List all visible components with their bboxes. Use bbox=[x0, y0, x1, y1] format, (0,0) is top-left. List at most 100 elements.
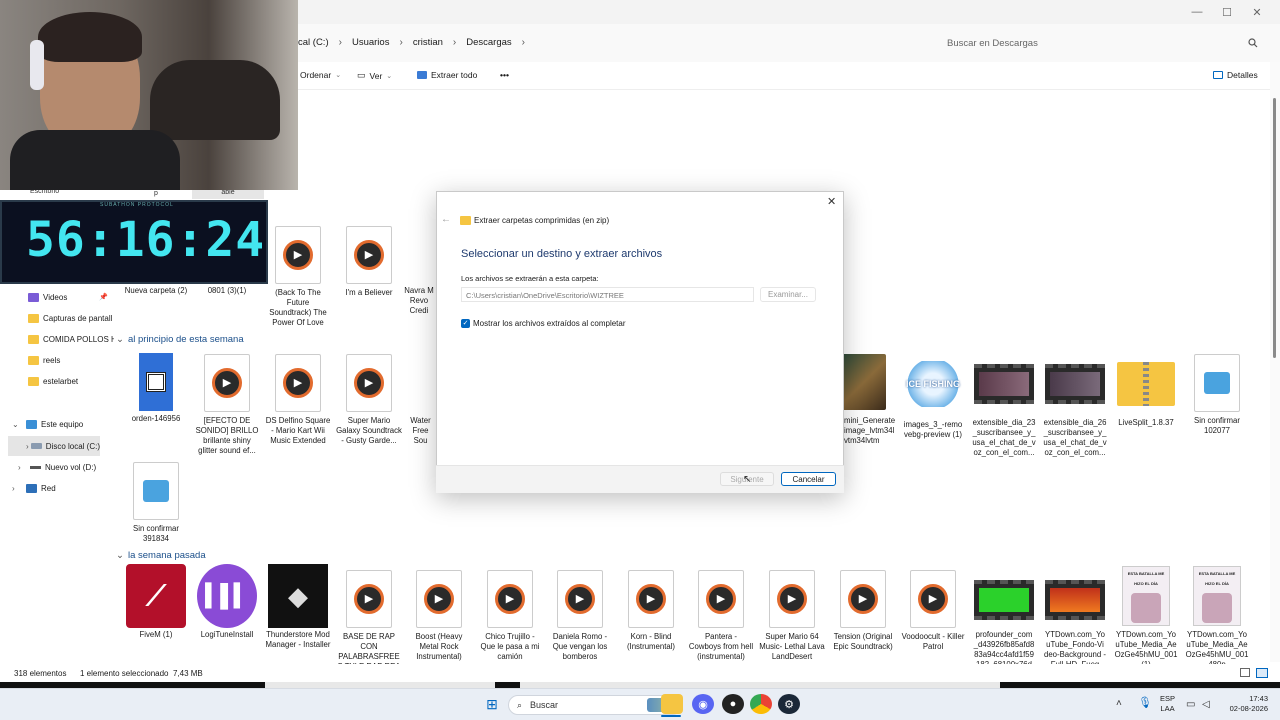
dialog-title: Seleccionar un destino y extraer archivo… bbox=[461, 248, 663, 260]
extract-all-button[interactable]: Extraer todo bbox=[417, 70, 477, 80]
file-name: Daniela Romo - Que vengan los bomberos bbox=[552, 632, 608, 661]
windows-start-icon[interactable]: ⊞ bbox=[481, 694, 503, 714]
title-bar bbox=[298, 0, 1280, 24]
file-tile[interactable]: orden-146956 bbox=[123, 352, 189, 424]
audio-file-icon: ▶ bbox=[346, 226, 392, 284]
file-name: extensible_dia_26 _suscribansee_y_ usa_e… bbox=[1043, 418, 1107, 457]
file-name: DS Delfino Square - Mario Kart Wii Music… bbox=[265, 416, 331, 445]
scrollbar-thumb[interactable] bbox=[1273, 98, 1276, 358]
taskbar-search[interactable]: ⌕ Buscar bbox=[508, 695, 682, 715]
sidebar-item-nuevo-vol[interactable]: › Nuevo vol (D:) bbox=[0, 457, 114, 477]
dialog-close-button[interactable]: ✕ bbox=[827, 195, 836, 208]
file-tile[interactable]: LiveSplit_1.8.37 bbox=[1113, 354, 1179, 428]
file-tile[interactable]: ▶ Tension (Original Epic Soundtrack) bbox=[830, 570, 896, 652]
sidebar-item-label: reels bbox=[43, 355, 61, 365]
file-tile[interactable]: ⟋ FiveM (1) bbox=[123, 564, 189, 640]
volume-icon[interactable]: ◁ bbox=[1202, 699, 1210, 710]
sidebar-item-comida[interactable]: COMIDA POLLOS H bbox=[0, 329, 114, 349]
chrome-icon[interactable] bbox=[750, 694, 772, 714]
search-icon[interactable] bbox=[1248, 38, 1258, 48]
details-pane-icon bbox=[1213, 71, 1223, 79]
obs-icon[interactable]: ● bbox=[722, 694, 744, 714]
file-tile[interactable]: YTDown.com_Yo uTube_Fondo-Vi deo-Backgro… bbox=[1042, 570, 1108, 664]
file-explorer-icon[interactable] bbox=[661, 694, 683, 714]
sidebar-item-red[interactable]: › Red bbox=[0, 478, 114, 498]
file-tile[interactable]: ▶ Chico Trujillo - Que le pasa a mi camió… bbox=[477, 570, 543, 662]
file-tile[interactable]: ▶ DS Delfino Square - Mario Kart Wii Musi… bbox=[265, 354, 331, 456]
file-tile[interactable]: ▶ Super Mario Galaxy Soundtrack - Gusty G… bbox=[336, 354, 402, 456]
chevron-down-icon: ⌄ bbox=[116, 550, 124, 561]
play-icon: ▶ bbox=[212, 368, 242, 398]
file-tile[interactable]: profounder_com _d43926fb85afd8 83a94cc4a… bbox=[971, 570, 1037, 664]
tiles-view-icon[interactable] bbox=[1256, 668, 1268, 678]
vertical-scrollbar[interactable] bbox=[1270, 62, 1280, 662]
play-icon: ▶ bbox=[283, 368, 313, 398]
destination-path-field[interactable]: C:\Users\cristian\OneDrive\Escritorio\WI… bbox=[461, 287, 754, 302]
audio-file-icon: ▶ bbox=[628, 570, 674, 628]
sidebar-item-label: estelarbet bbox=[43, 376, 79, 386]
file-tile[interactable]: ▶ (Back To The Future Soundtrack) The Pow… bbox=[265, 226, 331, 328]
sidebar-item-reels[interactable]: reels bbox=[0, 350, 114, 370]
close-button[interactable]: ✕ bbox=[1242, 0, 1272, 24]
file-tile[interactable]: ▶ Super Mario 64 Music- Lethal Lava LandD… bbox=[759, 570, 825, 662]
file-tile[interactable]: mini_Generate image_lvtm34l vtm34lvtm bbox=[842, 352, 896, 446]
browse-button[interactable]: Examinar... bbox=[760, 287, 816, 302]
network-icon[interactable]: ▭ bbox=[1186, 699, 1195, 710]
crumb-cristian[interactable]: cristian bbox=[403, 37, 453, 48]
minimize-button[interactable]: — bbox=[1182, 0, 1212, 24]
group-header-this-week[interactable]: ⌄ al principio de esta semana bbox=[116, 334, 244, 345]
file-tile[interactable]: ▶ Daniela Romo - Que vengan los bomberos bbox=[547, 570, 613, 662]
file-tile[interactable]: extensible_dia_26 _suscribansee_y_ usa_e… bbox=[1042, 354, 1108, 458]
file-tile[interactable]: ◆ Thunderstore Mod Manager - Installer bbox=[265, 564, 331, 650]
file-tile[interactable]: Sin confirmar 391834 bbox=[123, 462, 189, 544]
file-tile[interactable]: ▶ [EFECTO DE SONIDO] BRILLO brillante shi… bbox=[194, 354, 260, 456]
file-tile[interactable]: Sin confirmar 102077 bbox=[1184, 354, 1250, 436]
details-button[interactable]: Detalles bbox=[1213, 70, 1258, 80]
sidebar-item-disco-c[interactable]: › Disco local (C:) bbox=[8, 436, 100, 456]
file-tile[interactable]: ▶ Boost (Heavy Metal Rock Instrumental) bbox=[406, 570, 472, 662]
back-arrow-icon[interactable]: ← bbox=[441, 214, 451, 225]
clock[interactable]: 17:43 02-08-2026 bbox=[1222, 694, 1268, 714]
chevron-up-icon[interactable]: ˄ bbox=[1116, 698, 1122, 709]
breadcrumb[interactable]: cal (C:) › Usuarios › cristian › Descarg… bbox=[298, 37, 525, 48]
show-files-checkbox[interactable]: ✓ bbox=[461, 319, 470, 328]
file-tile[interactable]: Navra M Revo Credi bbox=[402, 238, 436, 326]
more-options-button[interactable]: ••• bbox=[500, 70, 509, 80]
crumb-descargas[interactable]: Descargas bbox=[456, 37, 521, 48]
view-button[interactable]: ▭ Ver ⌄ bbox=[357, 70, 392, 81]
file-tile[interactable]: ▶ Pantera - Cowboys from hell (instrument… bbox=[688, 570, 754, 664]
language-indicator[interactable]: ESP LAA bbox=[1160, 694, 1175, 714]
clock-time: 17:43 bbox=[1249, 694, 1268, 703]
maximize-button[interactable]: ☐ bbox=[1212, 0, 1242, 24]
group-header-last-week[interactable]: ⌄ la semana pasada bbox=[116, 550, 206, 561]
sidebar-item-capturas[interactable]: Capturas de pantall bbox=[0, 308, 114, 328]
file-tile[interactable]: ▶ I'm a Believer bbox=[336, 226, 402, 298]
sidebar-item-estelarbet[interactable]: estelarbet bbox=[0, 371, 114, 391]
computer-icon bbox=[26, 419, 37, 429]
discord-icon[interactable]: ◉ bbox=[692, 694, 714, 714]
crumb-drive[interactable]: cal (C:) bbox=[298, 37, 339, 48]
webcam-overlay bbox=[0, 0, 298, 190]
sidebar-item-label: Nuevo vol (D:) bbox=[45, 462, 97, 472]
view-label: Ver bbox=[369, 70, 383, 81]
sidebar-item-este-equipo[interactable]: ⌄ Este equipo bbox=[0, 414, 114, 434]
file-tile[interactable]: ▶ Korn - Blind (Instrumental) bbox=[618, 570, 684, 652]
microphone-icon[interactable]: 🎙 bbox=[1138, 696, 1152, 709]
file-tile[interactable]: ESTA BATALLA ME HIZO EL DÍA YTDown.com_Yo… bbox=[1184, 566, 1250, 664]
file-tile[interactable]: Water Free Sou bbox=[405, 354, 436, 446]
file-tile[interactable]: ICE FISHING images_3_-remo vebg-preview (… bbox=[900, 354, 966, 440]
sort-button[interactable]: Ordenar ⌄ bbox=[300, 70, 341, 80]
cancel-button[interactable]: Cancelar bbox=[781, 472, 836, 486]
steam-icon[interactable]: ⚙ bbox=[778, 694, 800, 714]
selection-info: 1 elemento seleccionado 7,43 MB bbox=[80, 669, 203, 678]
details-view-icon[interactable] bbox=[1240, 668, 1250, 677]
file-name: FiveM (1) bbox=[139, 630, 173, 639]
search-input[interactable]: Buscar en Descargas bbox=[940, 32, 1265, 54]
file-tile[interactable]: ▍▌▍ LogiTuneInstall bbox=[194, 564, 260, 640]
file-tile[interactable]: ▶ BASE DE RAP CON PALABRASFREES TYLE RAP … bbox=[336, 570, 402, 664]
file-tile[interactable]: extensible_dia_23 _suscribansee_y_ usa_e… bbox=[971, 354, 1037, 458]
file-tile[interactable]: ▶ Voodoocult - Killer Patrol bbox=[900, 570, 966, 652]
sidebar-item-videos[interactable]: Videos 📌 bbox=[0, 287, 114, 307]
file-tile[interactable]: ESTA BATALLA ME HIZO EL DÍA YTDown.com_Yo… bbox=[1113, 566, 1179, 664]
crumb-usuarios[interactable]: Usuarios bbox=[342, 37, 400, 48]
